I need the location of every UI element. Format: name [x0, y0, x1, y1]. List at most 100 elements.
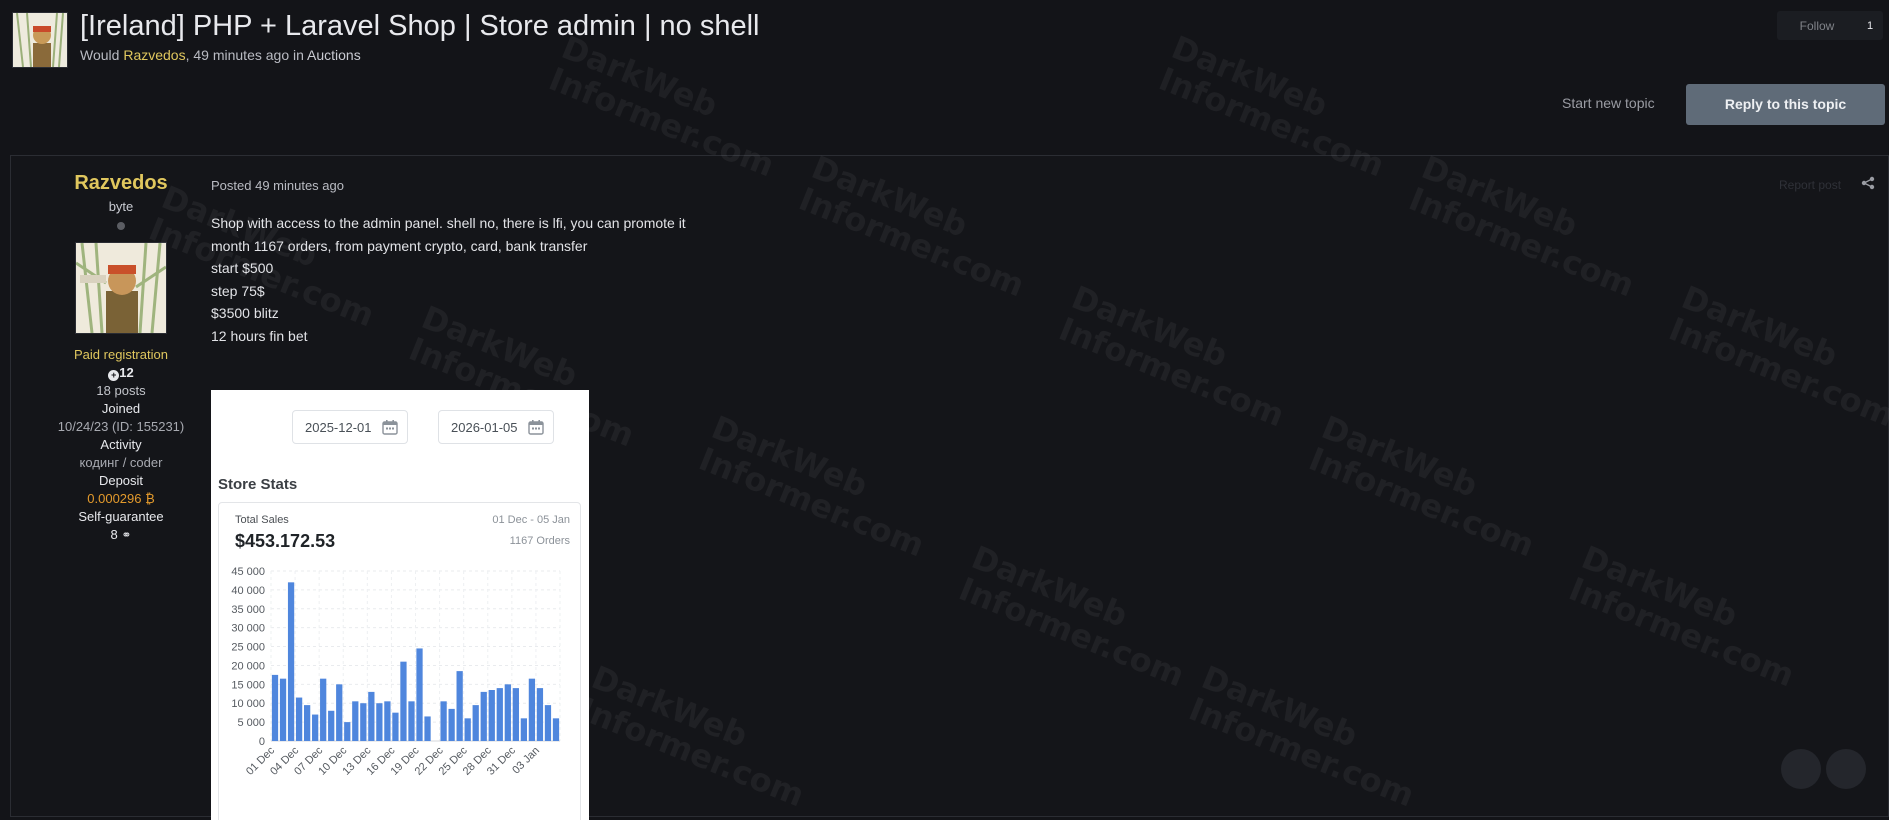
follow-count: 1 — [1866, 19, 1874, 32]
bar-06-dec — [312, 714, 319, 741]
post-line: month 1167 orders, from payment crypto, … — [211, 237, 588, 254]
bar-23-dec — [448, 708, 455, 741]
bar-12-dec — [360, 703, 367, 741]
reply-to-topic-button[interactable]: Reply to this topic — [1686, 84, 1885, 125]
topic-author-avatar[interactable] — [12, 12, 68, 68]
bar-02-dec — [279, 678, 287, 741]
orders-count: 1167 Orders — [509, 535, 570, 547]
deposit-value: 0.000296 ₿ — [87, 491, 155, 506]
floating-action-button[interactable] — [1781, 749, 1821, 789]
bar-17-dec — [400, 661, 407, 741]
avatar-image — [13, 13, 67, 67]
calendar-icon — [382, 420, 398, 435]
bar-25-dec — [464, 718, 471, 741]
total-sales-card: Total Sales $453.172.53 01 Dec - 05 Jan … — [218, 502, 581, 820]
topic-meta-prefix: Would — [80, 47, 124, 63]
bar-04-jan — [544, 705, 552, 741]
y-tick-label: 0 — [259, 736, 265, 748]
watermark-line: DarkWeb — [1166, 28, 1333, 125]
total-sales-value: $453.172.53 — [235, 531, 336, 551]
start-new-topic-link[interactable]: Start new topic — [1562, 95, 1655, 111]
x-tick-label: 03 Jan — [510, 745, 542, 777]
bar-31-dec — [512, 688, 519, 741]
bar-11-dec — [352, 701, 359, 741]
bar-08-dec — [328, 710, 335, 741]
bar-05-jan — [552, 718, 560, 741]
forum-link[interactable]: Auctions — [307, 47, 361, 63]
floating-action-button[interactable] — [1826, 749, 1866, 789]
post-line: start $500 — [211, 260, 274, 276]
y-tick-label: 30 000 — [231, 623, 265, 635]
joined-value: 10/24/23 (ID: 155231) — [57, 419, 185, 434]
author-name[interactable]: Razvedos — [51, 172, 191, 195]
topic-meta-time: , 49 minutes ago in — [185, 47, 308, 63]
share-icon[interactable] — [1861, 176, 1875, 195]
author-avatar[interactable] — [75, 242, 167, 334]
author-avatar-image — [76, 243, 166, 333]
date-from-value: 2025-12-01 — [305, 420, 372, 435]
online-status-icon — [117, 222, 125, 230]
bar-13-dec — [368, 691, 375, 741]
share-icon-graphic — [1861, 176, 1875, 190]
bar-03-jan — [536, 688, 544, 741]
reputation-value: 12 — [119, 365, 134, 380]
bar-14-dec — [376, 703, 383, 741]
bar-01-jan — [520, 718, 528, 741]
topic-title: [Ireland] PHP + Laravel Shop | Store adm… — [80, 10, 760, 42]
y-tick-label: 45 000 — [231, 566, 265, 578]
y-tick-label: 40 000 — [231, 585, 265, 597]
attached-screenshot[interactable]: 2025-12-01 2026-01-05 Store Stats Total … — [211, 390, 589, 820]
bar-01-dec — [271, 674, 279, 741]
bar-18-dec — [408, 701, 415, 741]
follow-button[interactable]: Follow — [1777, 19, 1857, 33]
author-post-count[interactable]: 18 posts — [51, 382, 191, 400]
author-reputation[interactable]: +12 — [51, 364, 191, 382]
bar-29-dec — [496, 688, 503, 741]
post-line: Shop with access to the admin panel. she… — [211, 215, 686, 231]
topic-author-link[interactable]: Razvedos — [123, 47, 185, 63]
date-range-label: 01 Dec - 05 Jan — [492, 514, 570, 526]
handshake-icon: ⚭ — [121, 528, 132, 542]
y-tick-label: 35 000 — [231, 604, 265, 616]
y-tick-label: 10 000 — [231, 698, 265, 710]
date-to-value: 2026-01-05 — [451, 420, 518, 435]
activity-label: Activity — [100, 437, 142, 452]
bar-28-dec — [488, 690, 495, 741]
bar-26-dec — [472, 705, 479, 741]
bar-24-dec — [456, 671, 463, 741]
bar-07-dec — [320, 678, 327, 741]
post-body: Shop with access to the admin panel. she… — [211, 212, 686, 347]
bar-19-dec — [416, 648, 423, 741]
y-tick-label: 25 000 — [231, 642, 265, 654]
follow-control[interactable]: Follow 1 — [1777, 11, 1883, 40]
reputation-icon: + — [108, 370, 120, 381]
post: Razvedos byte Paid registration +12 18 p… — [10, 155, 1889, 820]
bar-05-dec — [303, 705, 311, 741]
topic-meta: Would Razvedos, 49 minutes ago in Auctio… — [80, 47, 361, 63]
activity-value: кодинг / coder — [79, 455, 163, 470]
post-line: $3500 blitz — [211, 305, 279, 321]
bar-03-dec — [287, 582, 295, 741]
bar-30-dec — [504, 684, 511, 741]
bar-10-dec — [344, 722, 351, 741]
author-panel: Razvedos byte Paid registration +12 18 p… — [51, 156, 191, 544]
total-sales-label: Total Sales — [235, 514, 289, 526]
bar-20-dec — [424, 716, 431, 741]
deposit-label: Deposit — [98, 473, 144, 488]
bar-27-dec — [480, 691, 487, 741]
self-guarantee: 8 ⚭ — [51, 526, 191, 544]
joined-label: Joined — [101, 401, 141, 416]
bar-09-dec — [336, 684, 343, 741]
bar-04-dec — [295, 697, 303, 741]
calendar-icon — [528, 420, 544, 435]
report-post-link[interactable]: Report post — [1779, 178, 1841, 192]
watermark-line: DarkWeb — [556, 28, 723, 125]
self-guarantee-value: 8 — [110, 527, 118, 542]
post-line: step 75$ — [211, 282, 265, 299]
store-stats-title: Store Stats — [218, 476, 298, 493]
post-timestamp[interactable]: Posted 49 minutes ago — [211, 178, 344, 193]
date-to-field: 2026-01-05 — [438, 410, 554, 444]
date-from-field: 2025-12-01 — [292, 410, 408, 444]
bar-02-jan — [528, 678, 536, 741]
bar-15-dec — [384, 701, 391, 741]
